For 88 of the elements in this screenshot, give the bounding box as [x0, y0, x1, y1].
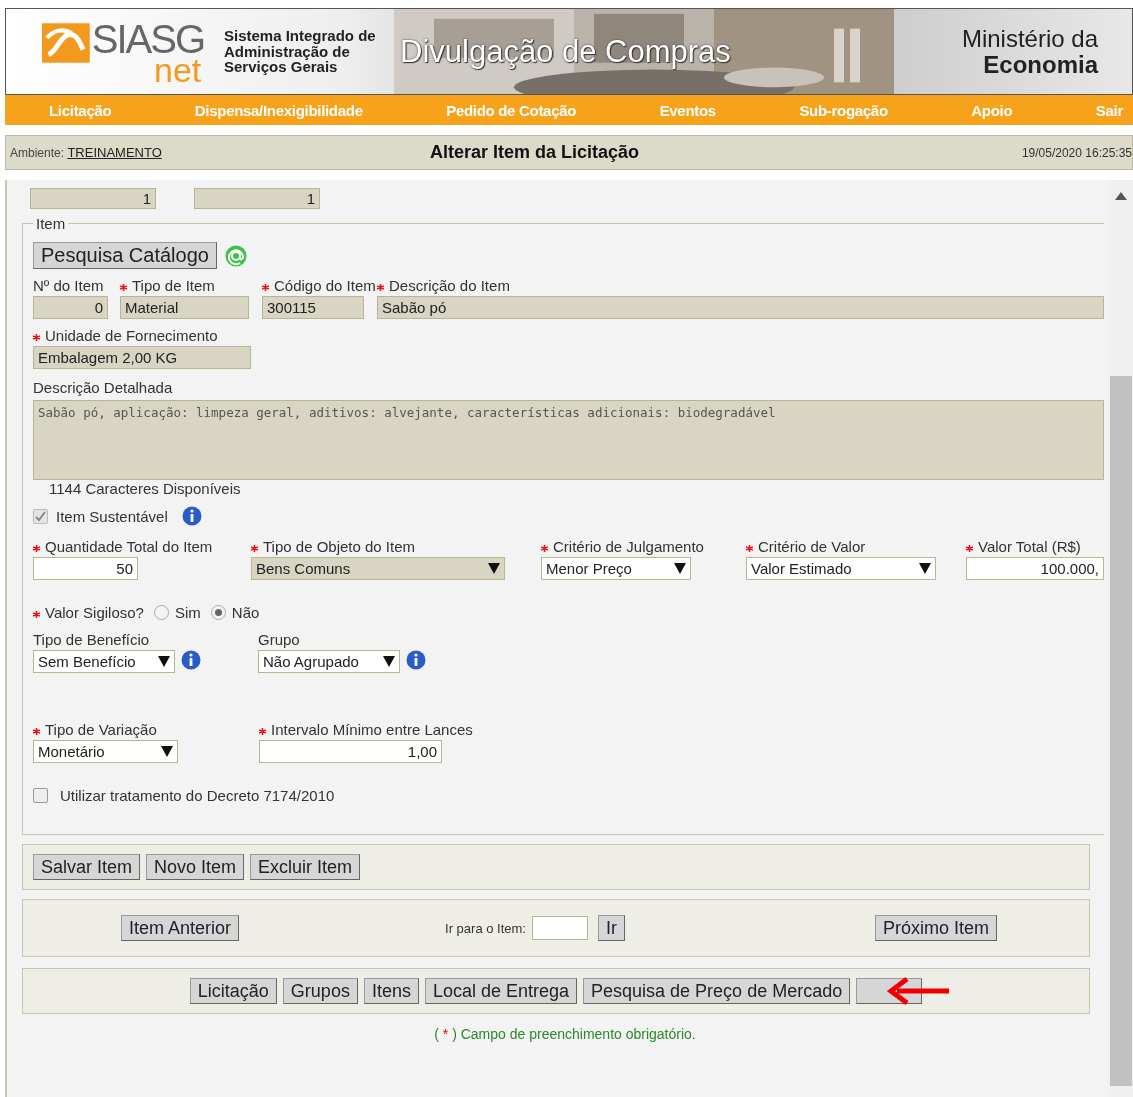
- required-icon: [251, 544, 258, 552]
- caret-icon: [488, 563, 500, 574]
- field-label: Nº do Item: [33, 276, 105, 296]
- environment-link[interactable]: TREINAMENTO: [67, 145, 162, 160]
- scrollbar[interactable]: [1108, 180, 1133, 1097]
- select-field[interactable]: Valor Estimado: [746, 557, 936, 580]
- input-field[interactable]: Sabão pó: [377, 296, 1104, 319]
- input-field[interactable]: 100.000,: [966, 557, 1104, 580]
- field-label: Tipo de Variação: [33, 719, 259, 740]
- field-label: Critério de Valor: [746, 536, 966, 557]
- required-icon: [33, 610, 40, 618]
- input-field[interactable]: Material: [120, 296, 249, 319]
- banner-title: Divulgação de Compras: [400, 33, 731, 70]
- field-label: Grupo: [258, 630, 301, 650]
- field-label: Valor Total (R$): [966, 536, 1104, 557]
- environment-label: Ambiente: TREINAMENTO: [10, 145, 163, 160]
- select-field[interactable]: Sem Benefício: [33, 650, 175, 673]
- field-label: Valor Sigiloso?: [33, 604, 144, 621]
- catalog-button[interactable]: Pesquisa Catálogo: [33, 242, 217, 269]
- ministry-name: Ministério da Economia: [961, 26, 1098, 77]
- section-button[interactable]: Local de Entrega: [424, 978, 578, 1004]
- previous-button[interactable]: Item Anterior: [121, 915, 240, 941]
- field-label: Tipo de Benefício: [33, 630, 151, 650]
- page-title: Alterar Item da Licitação: [430, 142, 641, 163]
- select-field[interactable]: Não Agrupado: [258, 650, 400, 673]
- section-button[interactable]: Licitação: [189, 978, 277, 1004]
- required-icon: [259, 727, 266, 735]
- field-label: Descrição do Item: [377, 275, 1104, 296]
- checkbox[interactable]: [33, 788, 48, 803]
- caret-icon: [158, 656, 170, 667]
- field-label: Tipo de Item: [120, 275, 262, 296]
- required-icon: [262, 283, 269, 291]
- radio-button[interactable]: [153, 605, 169, 620]
- caret-icon: [383, 656, 395, 667]
- section-button[interactable]: Itens: [363, 978, 419, 1004]
- section-button[interactable]: Pesquisa de Preço de Mercado: [583, 978, 851, 1004]
- required-icon: [33, 544, 40, 552]
- required-icon: [541, 544, 548, 552]
- radio-label: Sim: [174, 604, 201, 621]
- checkbox-label: Utilizar tratamento do Decreto 7174/2010: [60, 787, 335, 804]
- go-button[interactable]: Ir: [597, 915, 625, 941]
- input-field[interactable]: 1: [30, 188, 156, 209]
- caret-icon: [674, 563, 686, 574]
- action-button[interactable]: Novo Item: [146, 854, 245, 880]
- input-field[interactable]: [531, 916, 588, 940]
- date-time: 19/05/2020 16:25:35: [1021, 145, 1132, 160]
- email-icon[interactable]: [224, 244, 247, 267]
- field-label: Critério de Julgamento: [541, 536, 746, 557]
- caret-icon: [919, 563, 931, 574]
- select-field[interactable]: Menor Preço: [541, 557, 691, 580]
- field-label: Quantidade Total do Item: [33, 536, 251, 557]
- radio-label: Não: [231, 604, 260, 621]
- field-label: Tipo de Objeto do Item: [251, 536, 541, 557]
- next-button[interactable]: Próximo Item: [874, 915, 997, 941]
- info-icon[interactable]: [181, 650, 201, 670]
- section-button[interactable]: Grupos: [282, 978, 358, 1004]
- required-icon: [33, 333, 40, 341]
- info-icon[interactable]: [406, 650, 426, 670]
- action-button[interactable]: Salvar Item: [33, 854, 141, 880]
- field-label: Unidade de Fornecimento: [33, 325, 293, 346]
- input-field[interactable]: 1: [194, 188, 320, 209]
- required-icon: [966, 544, 973, 552]
- input-field[interactable]: 0: [33, 296, 108, 319]
- field-label: Intervalo Mínimo entre Lances: [259, 719, 1104, 740]
- field-label: Código do Item: [262, 275, 377, 296]
- input-field[interactable]: 50: [33, 557, 138, 580]
- field-label: Descrição Detalhada: [33, 378, 174, 398]
- text-area[interactable]: Sabão pó, aplicação: limpeza geral, aditivos: alvejante, características adicionais: biodegradável: [33, 400, 1104, 480]
- caret-icon: [161, 746, 173, 757]
- annotation-arrow: [887, 977, 951, 1005]
- input-field[interactable]: Embalagem 2,00 KG: [33, 346, 251, 369]
- select-field[interactable]: Bens Comuns: [251, 557, 505, 580]
- required-icon: [120, 283, 127, 291]
- info-icon[interactable]: [181, 506, 202, 526]
- required-icon: [377, 283, 384, 291]
- required-icon: [33, 727, 40, 735]
- radio-button[interactable]: [210, 605, 226, 620]
- checkbox-label: Item Sustentável: [56, 507, 168, 525]
- system-name: Sistema Integrado de Administração de Serviços Gerais: [224, 27, 377, 76]
- scroll-up-icon[interactable]: [1114, 192, 1127, 200]
- required-icon: [746, 544, 753, 552]
- goto-label: Ir para o Item:: [445, 920, 526, 936]
- action-button[interactable]: Excluir Item: [250, 854, 361, 880]
- select-field[interactable]: Monetário: [33, 740, 178, 763]
- required-note: ( * ) Campo de preenchimento obrigatório.: [433, 1026, 697, 1042]
- character-counter: 1144 Caracteres Disponíveis: [49, 480, 241, 497]
- input-field[interactable]: 300115: [262, 296, 364, 319]
- input-field[interactable]: 1,00: [259, 740, 442, 763]
